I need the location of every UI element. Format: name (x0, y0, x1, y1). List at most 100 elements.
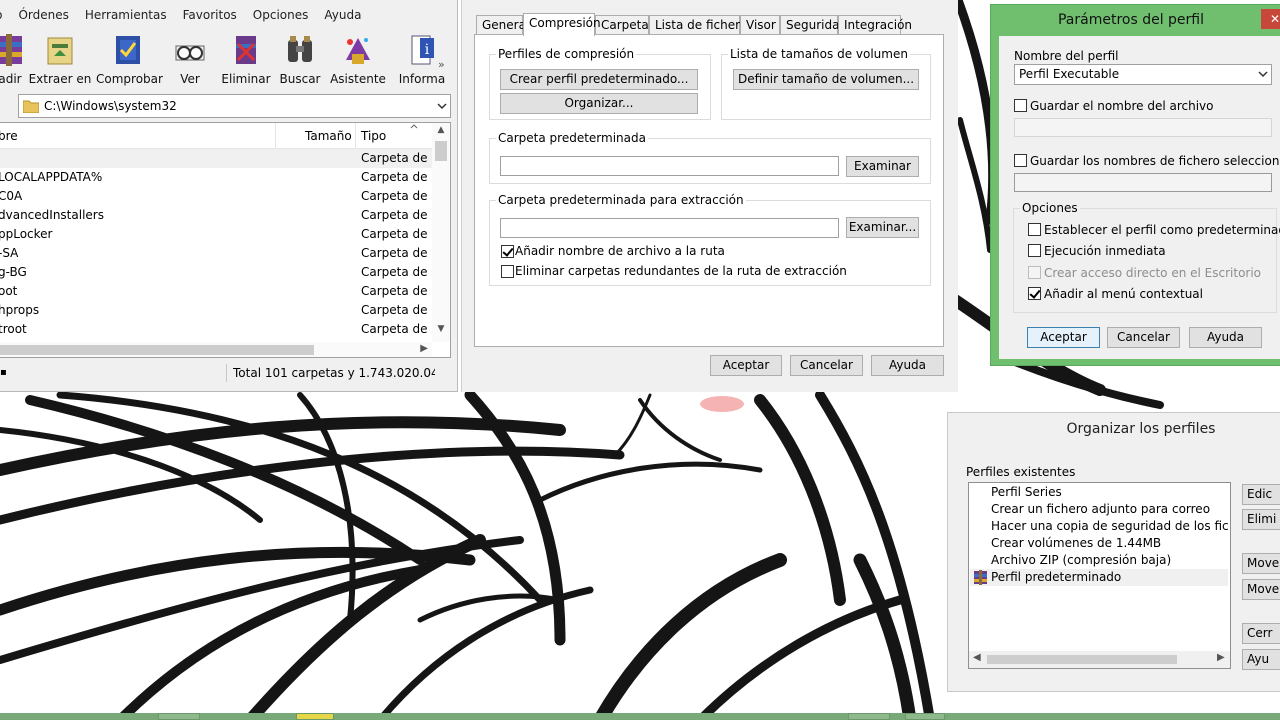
save-selected-names-checkbox[interactable] (1014, 154, 1027, 167)
tab-file-list[interactable]: Lista de ficheros (649, 15, 753, 35)
scroll-thumb[interactable] (987, 655, 1177, 664)
remove-redundant-folders-checkbox[interactable] (501, 265, 514, 278)
file-name: dvancedInstallers (0, 208, 104, 222)
scroll-right-arrow-icon[interactable]: ▶ (1217, 652, 1225, 663)
add-archive-name-checkbox[interactable] (501, 245, 514, 258)
winrar-main-window: vo Órdenes Herramientas Favoritos Opcion… (0, 0, 458, 392)
table-row[interactable]: g-BG Carpeta de ar (0, 263, 432, 282)
toolbar-overflow-chevron-icon[interactable]: » (438, 58, 450, 71)
path-combobox[interactable]: C:\Windows\system32 (18, 94, 451, 118)
desktop-shortcut-checkbox (1028, 266, 1041, 279)
immediate-execution-checkbox[interactable] (1028, 244, 1041, 257)
chevron-down-icon[interactable] (436, 99, 448, 113)
file-list[interactable]: bre Tamaño Tipo Carpeta de ar LOCALAPPDA… (0, 122, 451, 358)
cancel-button[interactable]: Cancelar (1107, 327, 1180, 348)
define-volume-size-button[interactable]: Definir tamaño de volumen... (733, 69, 919, 90)
table-row[interactable]: hprops Carpeta de ar (0, 301, 432, 320)
close-button[interactable]: Cerr (1242, 623, 1280, 644)
move-down-button[interactable]: Mover (1242, 579, 1280, 600)
table-row[interactable]: ppLocker Carpeta de ar (0, 225, 432, 244)
table-row[interactable]: -SA Carpeta de ar (0, 244, 432, 263)
list-item-selected[interactable]: Perfil predeterminado (970, 569, 1228, 586)
cancel-button[interactable]: Cancelar (790, 355, 863, 376)
menu-tools[interactable]: Herramientas (77, 6, 175, 26)
column-name[interactable]: bre (0, 129, 18, 143)
save-archive-name-checkbox[interactable] (1014, 99, 1027, 112)
scroll-thumb[interactable] (0, 345, 314, 355)
tab-integration[interactable]: Integración (838, 15, 912, 35)
taskbar-button[interactable] (905, 713, 945, 720)
scroll-left-arrow-icon[interactable]: ◀ (973, 652, 981, 663)
extract-to-label: Extraer en (28, 72, 92, 86)
file-rows: Carpeta de ar LOCALAPPDATA% Carpeta de ar… (0, 149, 432, 339)
column-type[interactable]: Tipo (361, 129, 386, 143)
menu-file[interactable]: vo (0, 6, 10, 26)
tab-folders[interactable]: Carpetas (595, 15, 655, 35)
table-row[interactable]: C0A Carpeta de ar (0, 187, 432, 206)
ok-button[interactable]: Aceptar (1027, 327, 1100, 348)
list-item[interactable]: Archivo ZIP (compresión baja) (970, 552, 1228, 569)
list-item[interactable]: Hacer una copia de seguridad de los fich… (970, 518, 1228, 535)
profiles-listbox[interactable]: Perfil Series Crear un fichero adjunto p… (968, 482, 1231, 669)
horizontal-scrollbar[interactable]: ▶ (0, 342, 432, 357)
column-divider[interactable] (275, 123, 276, 149)
column-size[interactable]: Tamaño (305, 129, 352, 143)
default-folder-input[interactable] (500, 156, 839, 176)
view-button[interactable]: Ver (158, 30, 222, 88)
browse-extract-folder-button[interactable]: Examinar... (846, 217, 919, 238)
ok-button[interactable]: Aceptar (710, 355, 782, 376)
taskbar-button-active[interactable] (296, 713, 334, 720)
horizontal-scrollbar[interactable]: ◀ ▶ (969, 651, 1230, 668)
chevron-down-icon[interactable] (1258, 68, 1268, 80)
table-row[interactable]: oot Carpeta de ar (0, 282, 432, 301)
delete-profile-button[interactable]: Elimi (1242, 509, 1280, 530)
edit-profile-button[interactable]: Edic (1242, 484, 1280, 505)
set-default-profile-checkbox[interactable] (1028, 223, 1041, 236)
scroll-thumb[interactable] (435, 141, 447, 161)
move-up-button[interactable]: Mover A (1242, 553, 1280, 574)
tab-viewer[interactable]: Visor (740, 15, 780, 35)
menu-help[interactable]: Ayuda (316, 6, 369, 26)
vertical-scrollbar[interactable]: ▲ ▼ (432, 123, 450, 342)
help-button[interactable]: Ayu (1242, 649, 1280, 670)
tab-compression[interactable]: Compresión (523, 13, 601, 36)
drive-icon[interactable]: ▪ (0, 367, 7, 378)
list-item[interactable]: Perfil Series (970, 484, 1228, 501)
taskbar-button[interactable] (158, 713, 200, 720)
find-button[interactable]: Buscar (268, 30, 332, 88)
group-title: Carpeta predeterminada (496, 131, 648, 145)
profile-parameters-dialog: Parámetros del perfil ✕ Nombre del perfi… (990, 4, 1280, 366)
close-icon[interactable]: ✕ (1261, 9, 1280, 29)
wizard-button[interactable]: Asistente (326, 30, 390, 88)
browse-default-folder-button[interactable]: Examinar (846, 156, 919, 177)
help-button[interactable]: Ayuda (871, 355, 944, 376)
profile-name-combobox[interactable]: Perfil Executable (1014, 64, 1272, 85)
list-item[interactable]: Crear volúmenes de 1.44MB (970, 535, 1228, 552)
list-item[interactable]: Crear un fichero adjunto para correo (970, 501, 1228, 518)
menu-favorites[interactable]: Favoritos (175, 6, 245, 26)
organize-profiles-button[interactable]: Organizar... (500, 93, 698, 114)
table-row[interactable]: Carpeta de ar (0, 149, 432, 168)
test-archive-icon (116, 36, 140, 64)
scroll-right-arrow-icon[interactable]: ▶ (420, 343, 428, 354)
scroll-down-arrow-icon[interactable]: ▼ (435, 324, 447, 338)
status-divider (226, 364, 227, 382)
tab-security[interactable]: Seguridad (780, 15, 847, 35)
column-divider[interactable] (355, 123, 356, 149)
table-row[interactable]: LOCALAPPDATA% Carpeta de ar (0, 168, 432, 187)
tab-general[interactable]: General (476, 15, 529, 35)
immediate-execution-label: Ejecución inmediata (1044, 244, 1166, 258)
menu-options[interactable]: Opciones (245, 6, 317, 26)
scroll-up-arrow-icon[interactable]: ▲ (435, 125, 447, 139)
create-default-profile-button[interactable]: Crear perfil predeterminado... (500, 69, 698, 90)
help-button[interactable]: Ayuda (1189, 327, 1262, 348)
table-row[interactable]: troot Carpeta de ar (0, 320, 432, 339)
test-button[interactable]: Comprobar (96, 30, 163, 88)
group-title: Carpeta predeterminada para extracción (496, 193, 746, 207)
menu-commands[interactable]: Órdenes (10, 6, 76, 26)
extract-to-button[interactable]: Extraer en (28, 30, 92, 88)
taskbar-button[interactable] (848, 713, 890, 720)
table-row[interactable]: dvancedInstallers Carpeta de ar (0, 206, 432, 225)
context-menu-checkbox[interactable] (1028, 287, 1041, 300)
extract-folder-input[interactable] (500, 218, 839, 238)
